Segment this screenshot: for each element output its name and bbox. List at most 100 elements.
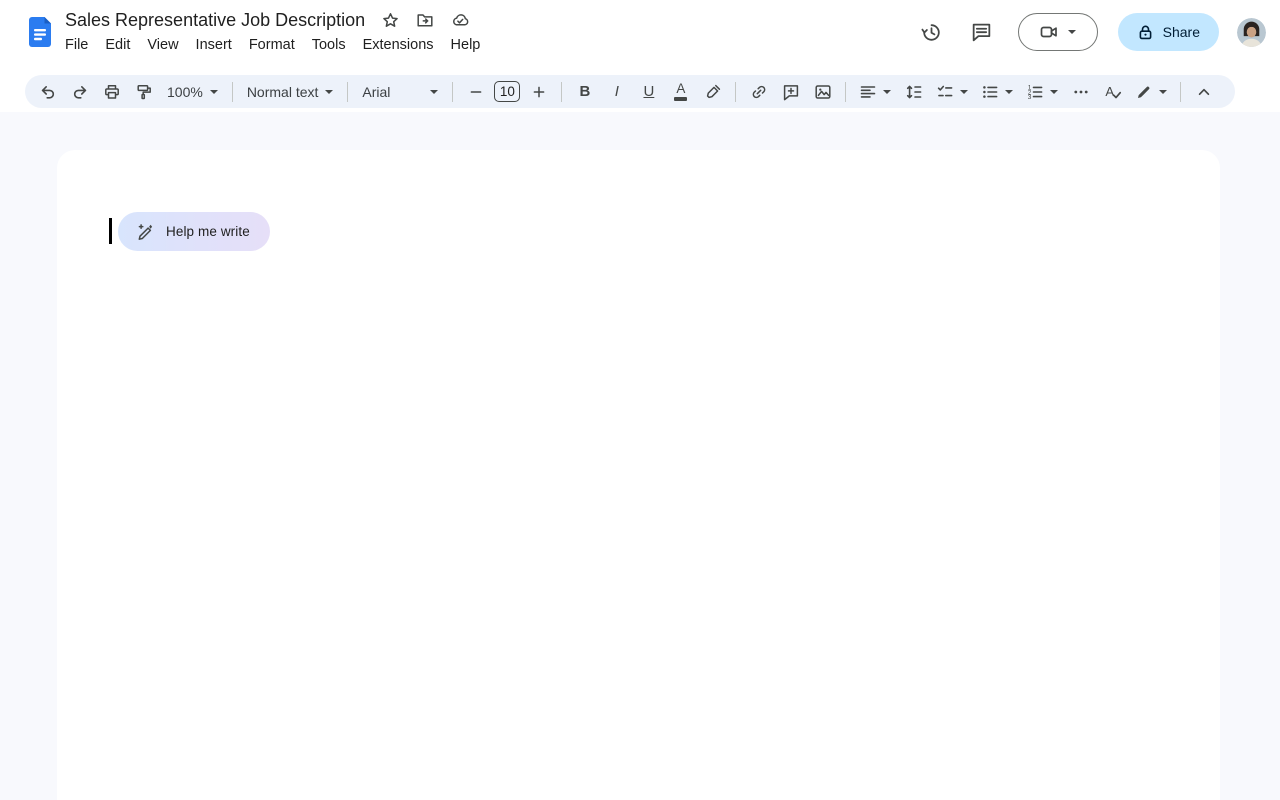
underline-button[interactable]: U	[635, 79, 662, 105]
cloud-saved-icon	[451, 11, 470, 30]
profile-photo	[1237, 18, 1266, 47]
comment-add-icon	[782, 83, 800, 101]
star-button[interactable]	[380, 10, 400, 30]
chevron-down-icon	[325, 90, 333, 94]
italic-glyph: I	[613, 83, 621, 100]
chevron-down-icon	[210, 90, 218, 94]
italic-button[interactable]: I	[603, 79, 630, 105]
toolbar-divider	[1180, 82, 1181, 102]
toolbar-divider	[845, 82, 846, 102]
toolbar-divider	[347, 82, 348, 102]
document-title[interactable]: Sales Representative Job Description	[65, 9, 365, 31]
text-color-icon: A	[674, 82, 687, 100]
version-history-button[interactable]	[912, 12, 952, 52]
bulleted-list-icon	[981, 83, 999, 101]
docs-file-icon	[23, 15, 57, 49]
redo-icon	[71, 83, 89, 101]
decrease-font-size-button[interactable]	[462, 79, 489, 105]
numbered-list-icon: 1 2 3	[1026, 83, 1044, 101]
magic-pencil-icon	[136, 222, 156, 242]
highlight-color-button[interactable]	[699, 79, 726, 105]
star-icon	[382, 12, 399, 29]
toolbar-divider	[561, 82, 562, 102]
video-camera-icon	[1039, 22, 1059, 42]
text-color-button[interactable]: A	[667, 79, 694, 105]
highlighter-icon	[704, 83, 722, 101]
checklist-button[interactable]	[932, 79, 972, 105]
insert-link-button[interactable]	[745, 79, 772, 105]
pen-icon	[1135, 83, 1153, 101]
line-spacing-icon	[905, 83, 923, 101]
svg-text:A: A	[1106, 84, 1115, 99]
text-cursor	[109, 218, 112, 244]
undo-button[interactable]	[34, 79, 61, 105]
google-docs-logo[interactable]	[23, 15, 57, 49]
line-spacing-button[interactable]	[900, 79, 927, 105]
share-label: Share	[1163, 24, 1200, 40]
chevron-down-icon	[1005, 90, 1013, 94]
chevron-down-icon	[1068, 30, 1076, 34]
align-button[interactable]	[855, 79, 895, 105]
spellcheck-icon: A	[1103, 82, 1122, 101]
topbar-actions: Share	[912, 12, 1266, 52]
toolbar-wrap: 100% Normal text Arial 10 B I U A	[0, 64, 1280, 112]
help-me-write-label: Help me write	[166, 224, 250, 239]
print-button[interactable]	[98, 79, 125, 105]
menu-insert[interactable]: Insert	[196, 35, 232, 55]
chevron-down-icon	[1050, 90, 1058, 94]
menu-edit[interactable]: Edit	[105, 35, 130, 55]
font-family-value: Arial	[362, 84, 390, 100]
comments-button[interactable]	[962, 12, 1002, 52]
move-to-folder-button[interactable]	[415, 10, 435, 30]
checklist-icon	[936, 83, 954, 101]
bold-glyph: B	[579, 83, 590, 100]
paint-roller-icon	[135, 83, 153, 101]
menu-extensions[interactable]: Extensions	[363, 35, 434, 55]
hide-menus-button[interactable]	[1190, 79, 1217, 105]
plus-icon	[531, 84, 547, 100]
menu-tools[interactable]: Tools	[312, 35, 346, 55]
add-comment-button[interactable]	[777, 79, 804, 105]
paragraph-style-value: Normal text	[247, 84, 319, 100]
bulleted-list-button[interactable]	[977, 79, 1017, 105]
menu-help[interactable]: Help	[451, 35, 481, 55]
redo-button[interactable]	[66, 79, 93, 105]
document-page[interactable]: Help me write	[57, 150, 1220, 800]
chevron-down-icon	[430, 90, 438, 94]
title-block: Sales Representative Job Description	[65, 8, 480, 56]
spelling-grammar-check-button[interactable]: A	[1099, 79, 1126, 105]
version-history-icon	[920, 21, 943, 44]
avatar[interactable]	[1237, 18, 1266, 47]
video-call-button[interactable]	[1018, 13, 1098, 51]
image-icon	[814, 83, 832, 101]
ellipsis-icon	[1072, 83, 1090, 101]
editing-mode-button[interactable]	[1131, 79, 1171, 105]
lock-icon	[1137, 24, 1154, 41]
paint-format-button[interactable]	[130, 79, 157, 105]
paragraph-style-select[interactable]: Normal text	[242, 79, 339, 105]
increase-font-size-button[interactable]	[525, 79, 552, 105]
document-status-button[interactable]	[450, 10, 470, 30]
bold-button[interactable]: B	[571, 79, 598, 105]
menubar: File Edit View Insert Format Tools Exten…	[65, 34, 480, 56]
print-icon	[103, 83, 121, 101]
undo-icon	[39, 83, 57, 101]
help-me-write-button[interactable]: Help me write	[118, 212, 270, 251]
font-family-select[interactable]: Arial	[357, 79, 443, 105]
share-button[interactable]: Share	[1118, 13, 1219, 51]
svg-text:3: 3	[1028, 94, 1032, 101]
insert-image-button[interactable]	[809, 79, 836, 105]
document-canvas: Help me write	[0, 112, 1280, 800]
more-options-button[interactable]	[1067, 79, 1094, 105]
toolbar-divider	[735, 82, 736, 102]
comment-icon	[970, 21, 993, 44]
numbered-list-button[interactable]: 1 2 3	[1022, 79, 1062, 105]
zoom-select[interactable]: 100%	[162, 79, 223, 105]
font-size-input[interactable]: 10	[494, 81, 520, 102]
chevron-up-icon	[1195, 83, 1213, 101]
menu-format[interactable]: Format	[249, 35, 295, 55]
underline-glyph: U	[643, 83, 654, 100]
menu-view[interactable]: View	[147, 35, 178, 55]
menu-file[interactable]: File	[65, 35, 88, 55]
align-left-icon	[859, 83, 877, 101]
